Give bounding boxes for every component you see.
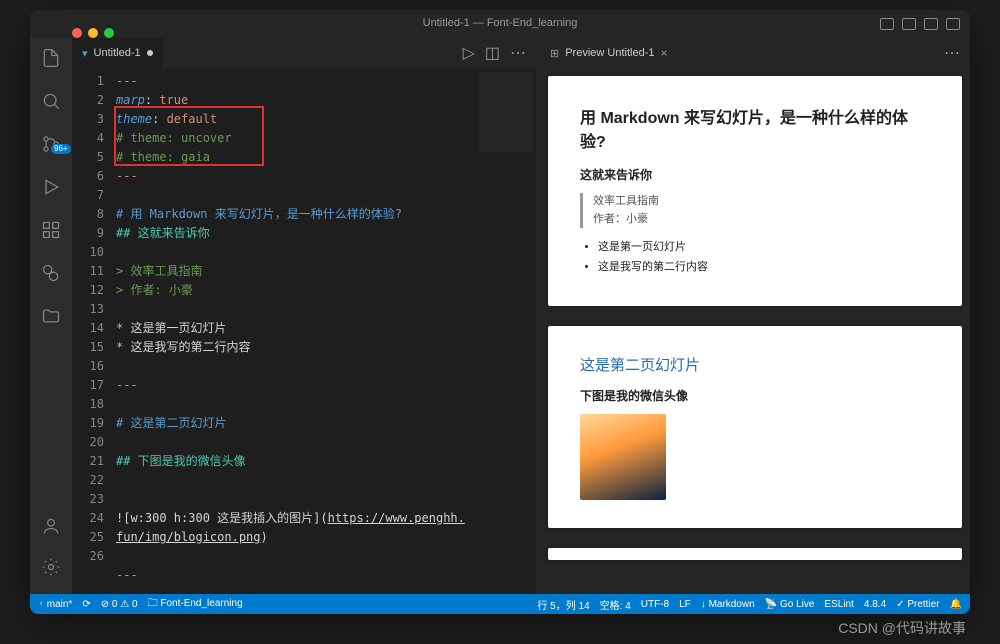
slide-h1: 这是第二页幻灯片	[580, 354, 930, 375]
account-icon[interactable]	[41, 516, 61, 541]
eslint-status[interactable]: ESLint	[824, 599, 853, 610]
slide-h1: 用 Markdown 来写幻灯片，是一种什么样的体验?	[580, 104, 930, 152]
eol[interactable]: LF	[679, 599, 691, 610]
go-live[interactable]: 📡 Go Live	[765, 599, 815, 610]
search-icon[interactable]	[41, 91, 61, 116]
language-mode[interactable]: ↓ Markdown	[701, 599, 755, 610]
folder-status[interactable]: 🗀 Font-End_learning	[148, 596, 243, 613]
preview-tab[interactable]: ⊞ Preview Untitled-1 ×	[540, 38, 678, 68]
modified-dot-icon	[147, 50, 153, 56]
cursor-position[interactable]: 行 5，列 14	[537, 597, 589, 612]
problems-status[interactable]: ⊘ 0 ⚠ 0	[101, 599, 138, 610]
prettier-status[interactable]: ✓ Prettier	[896, 599, 939, 610]
slide-h2: 下图是我的微信头像	[580, 387, 930, 404]
tab-title: Preview Untitled-1	[565, 47, 654, 59]
explorer-icon[interactable]	[41, 48, 61, 73]
slide-2: 这是第二页幻灯片 下图是我的微信头像	[548, 326, 962, 528]
more-actions-icon[interactable]: ⋯	[510, 43, 526, 63]
editor-group-left: ▾ Untitled-1 ▷ ◫ ⋯ 123456789101112131415…	[72, 38, 536, 594]
status-bar: ᚲ main* ⟳ ⊘ 0 ⚠ 0 🗀 Font-End_learning 行 …	[30, 594, 970, 614]
run-debug-icon[interactable]	[41, 177, 61, 202]
indentation[interactable]: 空格: 4	[600, 597, 631, 612]
activity-bar: 96+	[30, 38, 72, 594]
window-title: Untitled-1 — Font-End_learning	[0, 17, 1000, 29]
more-actions-icon[interactable]: ⋯	[944, 43, 960, 63]
extensions-icon[interactable]	[41, 220, 61, 245]
preview-icon: ⊞	[550, 47, 559, 60]
settings-gear-icon[interactable]	[41, 557, 61, 582]
minimize-window-icon[interactable]	[88, 28, 98, 38]
watermark: CSDN @代码讲故事	[838, 618, 966, 638]
code-editor[interactable]: 1234567891011121314151617181920212223242…	[72, 68, 536, 594]
split-editor-icon[interactable]: ◫	[485, 43, 500, 63]
notification-bell-icon[interactable]: 🔔	[950, 599, 962, 610]
slide-h2: 这就来告诉你	[580, 166, 930, 183]
close-tab-icon[interactable]: ×	[660, 46, 667, 60]
editor-tab[interactable]: ▾ Untitled-1	[72, 38, 163, 68]
close-window-icon[interactable]	[72, 28, 82, 38]
ts-version[interactable]: 4.8.4	[864, 599, 886, 610]
marp-preview[interactable]: 用 Markdown 来写幻灯片，是一种什么样的体验? 这就来告诉你 效率工具指…	[540, 68, 970, 594]
sync-icon[interactable]: ⟳	[82, 599, 90, 610]
traffic-lights	[72, 28, 114, 38]
minimap[interactable]	[478, 72, 534, 152]
editor-group-right: ⊞ Preview Untitled-1 × ⋯ 用 Markdown 来写幻灯…	[540, 38, 970, 594]
markdown-file-icon: ▾	[82, 47, 88, 60]
tab-title: Untitled-1	[94, 47, 141, 59]
maximize-window-icon[interactable]	[104, 28, 114, 38]
source-control-icon[interactable]: 96+	[41, 134, 61, 159]
editor-tabs: ▾ Untitled-1 ▷ ◫ ⋯	[72, 38, 536, 68]
encoding[interactable]: UTF-8	[641, 599, 669, 610]
folder-icon[interactable]	[41, 306, 61, 331]
annotation-box	[114, 106, 264, 166]
branch-status[interactable]: ᚲ main*	[38, 599, 72, 610]
bullet-list: 这是第一页幻灯片 这是我写的第二行内容	[598, 238, 930, 278]
blockquote: 效率工具指南 作者：小豪	[580, 193, 930, 228]
remote-icon[interactable]	[41, 263, 61, 288]
vscode-window: 96+ ▾ Untitled-1 ▷ ◫ ⋯	[30, 10, 970, 614]
slide-3	[548, 548, 962, 560]
run-icon[interactable]: ▷	[463, 43, 475, 63]
slide-image	[580, 414, 666, 500]
slide-1: 用 Markdown 来写幻灯片，是一种什么样的体验? 这就来告诉你 效率工具指…	[548, 76, 962, 306]
